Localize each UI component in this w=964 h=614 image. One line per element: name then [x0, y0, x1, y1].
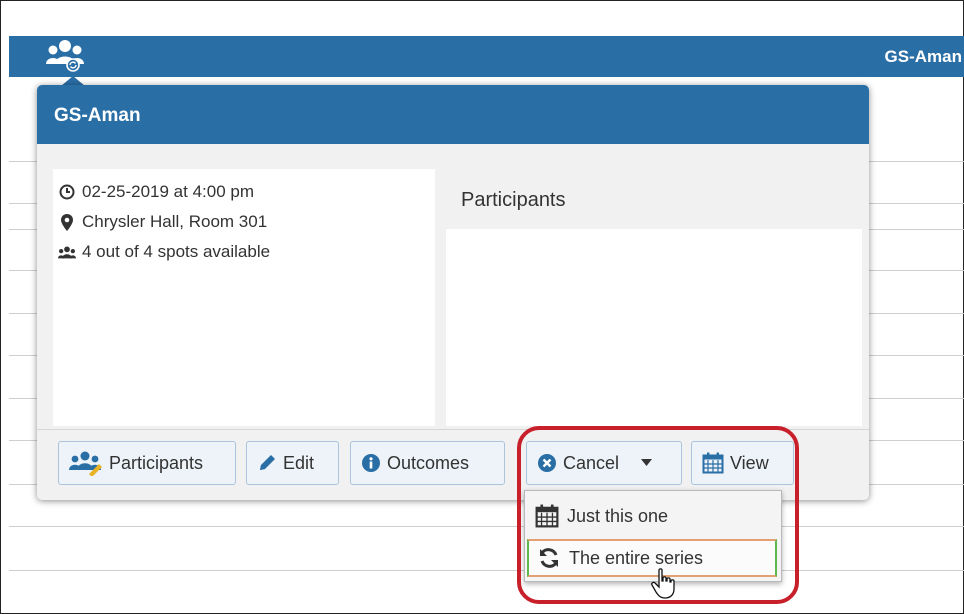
event-spots-text: 4 out of 4 spots available [82, 242, 271, 261]
participants-button-label: Participants [109, 452, 204, 473]
calendar-event-bar[interactable]: GS-Aman [9, 36, 964, 77]
outcomes-button-label: Outcomes [387, 452, 470, 473]
clock-icon [58, 184, 76, 200]
hand-pointer-icon [651, 568, 677, 605]
event-location: Chrysler Hall, Room 301 [58, 211, 267, 233]
info-circle-icon [361, 453, 381, 473]
outcomes-button[interactable]: Outcomes [350, 441, 505, 485]
calendar-row-divider [9, 570, 964, 571]
popover-header: GS-Aman [37, 85, 869, 144]
map-marker-icon [58, 213, 76, 231]
users-icon [58, 245, 76, 260]
participants-button[interactable]: Participants [58, 441, 236, 485]
event-bar-title: GS-Aman [884, 47, 962, 66]
edit-button-label: Edit [283, 452, 315, 473]
edit-button[interactable]: Edit [246, 441, 339, 485]
users-cycle-icon [45, 38, 85, 79]
calendar-row-divider [9, 526, 964, 527]
event-info-panel: 02-25-2019 at 4:00 pm Chrysler Hall, Roo… [53, 169, 435, 426]
users-edit-icon [69, 450, 103, 476]
pencil-icon [257, 453, 277, 473]
participants-heading: Participants [461, 189, 566, 211]
event-datetime-text: 02-25-2019 at 4:00 pm [82, 182, 255, 201]
event-spots: 4 out of 4 spots available [58, 241, 270, 263]
popover-title: GS-Aman [54, 105, 141, 126]
event-location-text: Chrysler Hall, Room 301 [82, 212, 268, 231]
event-datetime: 02-25-2019 at 4:00 pm [58, 181, 254, 203]
participants-list [446, 229, 862, 426]
